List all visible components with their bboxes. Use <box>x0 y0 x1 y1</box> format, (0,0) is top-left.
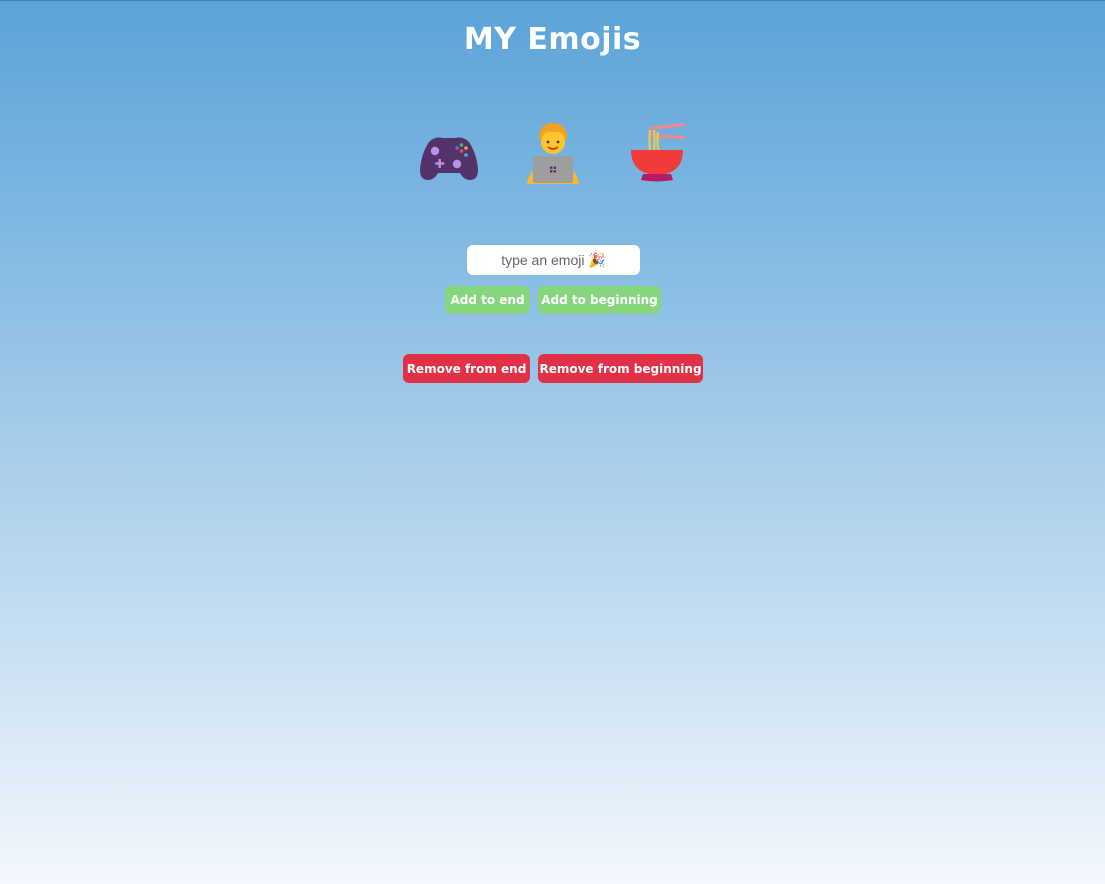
remove-from-end-button[interactable]: Remove from end <box>403 354 530 383</box>
noodle-bowl-icon <box>630 123 685 182</box>
add-to-end-button[interactable]: Add to end <box>445 286 530 314</box>
emoji-list <box>0 118 1105 190</box>
gamepad-icon <box>419 137 478 180</box>
top-border <box>0 0 1105 1</box>
technologist-icon <box>526 123 579 184</box>
add-to-beginning-button[interactable]: Add to beginning <box>538 286 661 314</box>
emoji-input-wrapper <box>467 245 640 275</box>
emoji-input[interactable] <box>471 251 636 269</box>
page-title: MY Emojis <box>463 22 642 57</box>
remove-from-beginning-button[interactable]: Remove from beginning <box>538 354 703 383</box>
